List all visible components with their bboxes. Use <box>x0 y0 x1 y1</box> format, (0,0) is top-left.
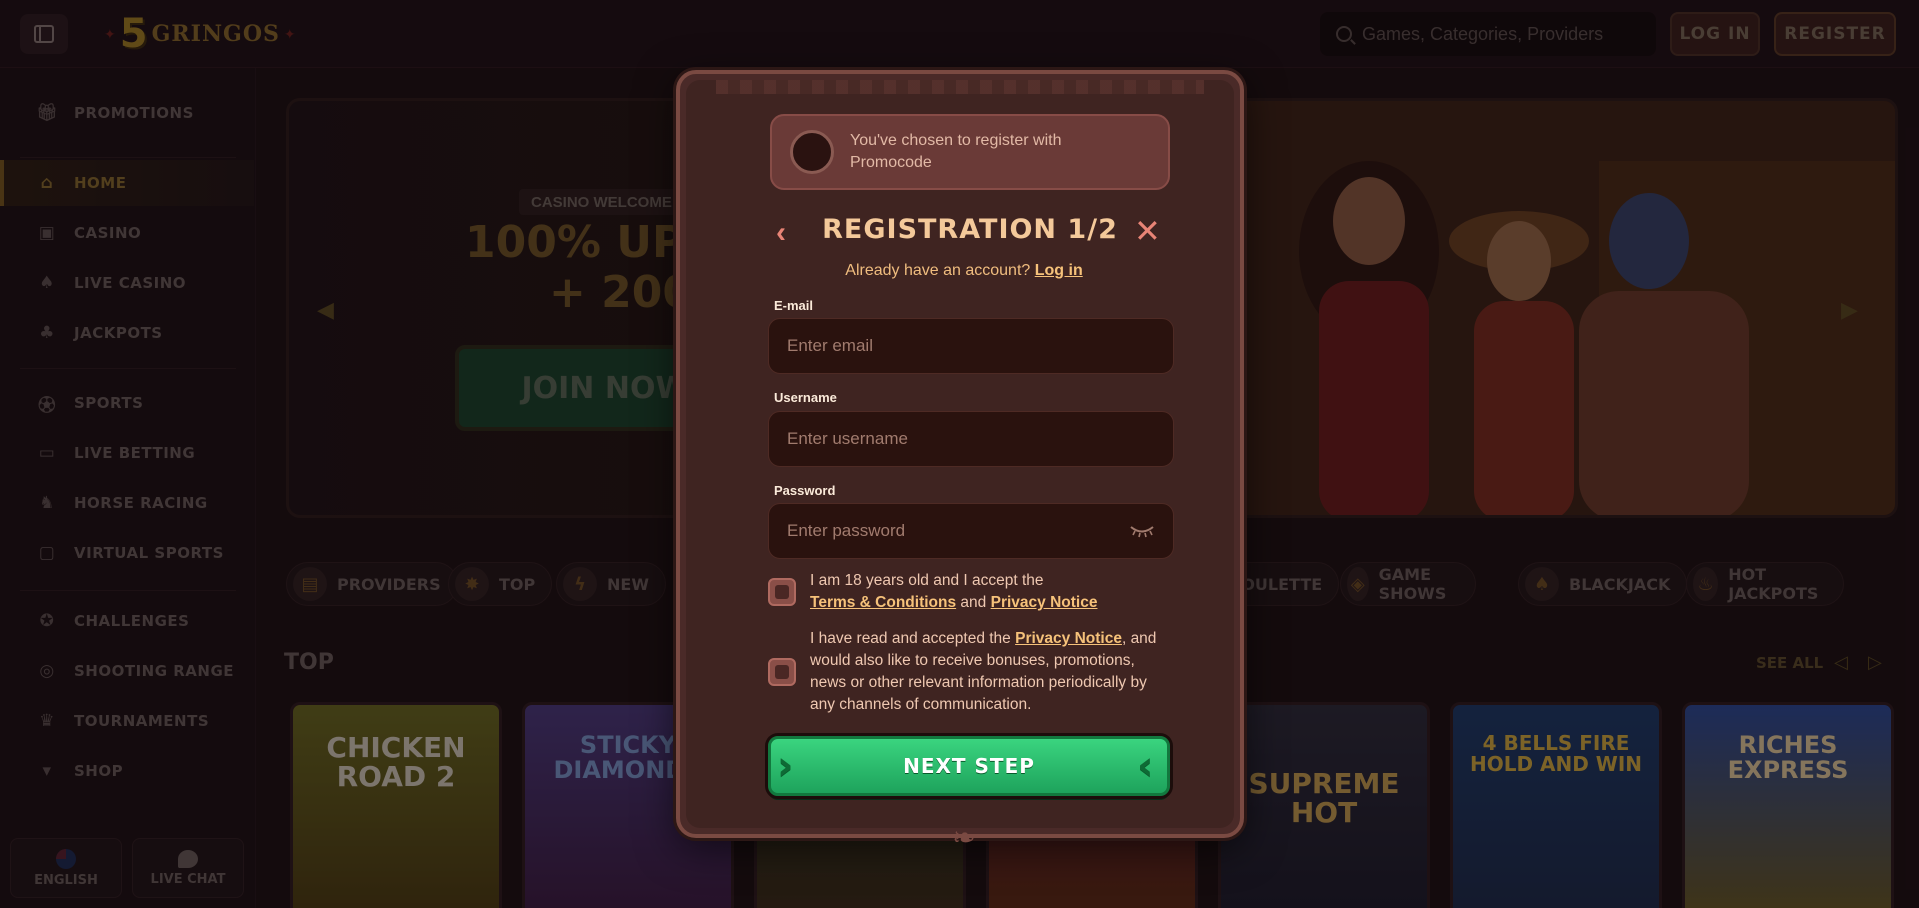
email-label: E-mail <box>774 298 814 313</box>
chevron-left-icon: ‹ <box>1137 743 1155 789</box>
eye-closed-icon[interactable] <box>1129 524 1155 538</box>
terms-checkbox[interactable] <box>768 578 796 606</box>
marketing-text: I have read and accepted the Privacy Not… <box>810 628 1168 716</box>
close-icon[interactable]: ✕ <box>1134 214 1166 248</box>
login-prompt-text: Already have an account? <box>845 262 1031 279</box>
modal-title: REGISTRATION 1/2 <box>822 214 1118 245</box>
modal-body: You've chosen to register with Promocode… <box>686 80 1234 828</box>
username-field[interactable] <box>768 411 1174 467</box>
registration-modal: You've chosen to register with Promocode… <box>676 70 1244 852</box>
login-link[interactable]: Log in <box>1035 262 1083 279</box>
terms-prefix: I am 18 years old and I accept the <box>810 572 1044 589</box>
next-step-label: NEXT STEP <box>903 754 1035 778</box>
marketing-privacy-link[interactable]: Privacy Notice <box>1015 630 1122 647</box>
chevron-right-icon: › <box>777 743 795 789</box>
terms-consent-row: I am 18 years old and I accept the Terms… <box>768 570 1168 614</box>
next-step-button[interactable]: › NEXT STEP ‹ <box>768 736 1170 796</box>
back-chevron-icon[interactable]: ‹ <box>776 216 802 250</box>
terms-link[interactable]: Terms & Conditions <box>810 594 956 611</box>
marketing-prefix: I have read and accepted the <box>810 630 1011 647</box>
email-field[interactable] <box>768 318 1174 374</box>
marketing-consent-row: I have read and accepted the Privacy Not… <box>768 628 1168 716</box>
modal-top-ornament <box>716 80 1204 94</box>
marketing-checkbox[interactable] <box>768 658 796 686</box>
promocode-radio[interactable] <box>790 130 834 174</box>
password-input[interactable] <box>787 521 1129 541</box>
privacy-link[interactable]: Privacy Notice <box>991 594 1098 611</box>
username-label: Username <box>774 390 837 405</box>
terms-and: and <box>960 594 987 611</box>
login-prompt: Already have an account? Log in <box>686 262 1242 280</box>
modal-bottom-ornament: ❧ <box>952 822 976 853</box>
password-field[interactable] <box>768 503 1174 559</box>
email-input[interactable] <box>787 336 1155 356</box>
username-input[interactable] <box>787 429 1155 449</box>
terms-text: I am 18 years old and I accept the Terms… <box>810 570 1097 614</box>
password-label: Password <box>774 483 836 498</box>
promocode-toggle-card[interactable]: You've chosen to register with Promocode <box>770 114 1170 190</box>
promocode-text: You've chosen to register with Promocode <box>850 132 1062 171</box>
